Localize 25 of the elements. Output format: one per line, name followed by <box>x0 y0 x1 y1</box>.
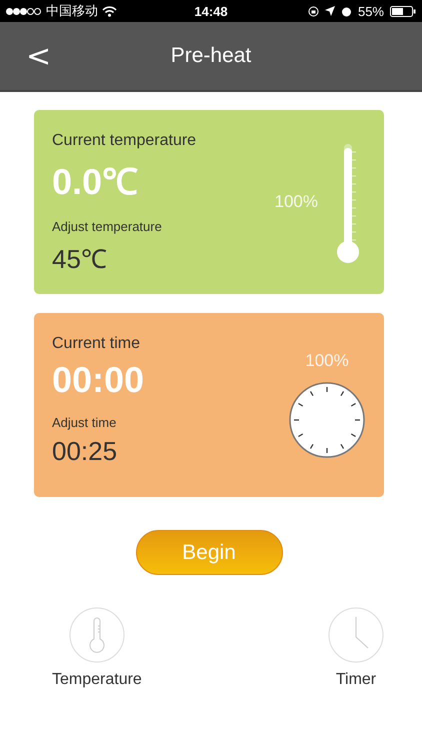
card-label: Current temperature <box>52 132 198 150</box>
percent-label: 100% <box>274 192 318 212</box>
target-time: 00:25 <box>52 436 118 467</box>
rotation-lock-icon <box>308 6 319 16</box>
bottom-tab[interactable]: Temperature <box>52 607 142 689</box>
status-time: 14:48 <box>194 4 228 18</box>
battery-percent: 55% <box>358 4 384 18</box>
current-time: 00:00 <box>52 359 146 401</box>
thermometer-icon <box>68 607 125 663</box>
card-label: Adjust time <box>52 415 118 430</box>
wifi-icon <box>102 6 117 16</box>
card-label: Current time <box>52 335 142 353</box>
page-title: Pre-heat <box>170 44 252 68</box>
clock-icon <box>328 607 384 663</box>
signal-icon <box>6 8 42 14</box>
bottom-tab[interactable]: Timer <box>328 607 384 689</box>
battery-icon <box>390 6 416 16</box>
target-temperature: 45℃ <box>52 243 108 276</box>
back-button[interactable]: < <box>22 38 56 74</box>
current-temperature: 0.0℃ <box>52 160 140 204</box>
percent-label: 100% <box>305 351 349 371</box>
clock-dial-icon <box>288 381 366 459</box>
carrier-name: 中国移动 <box>46 2 98 20</box>
card-label: Adjust temperature <box>52 219 163 234</box>
location-icon <box>324 6 335 16</box>
